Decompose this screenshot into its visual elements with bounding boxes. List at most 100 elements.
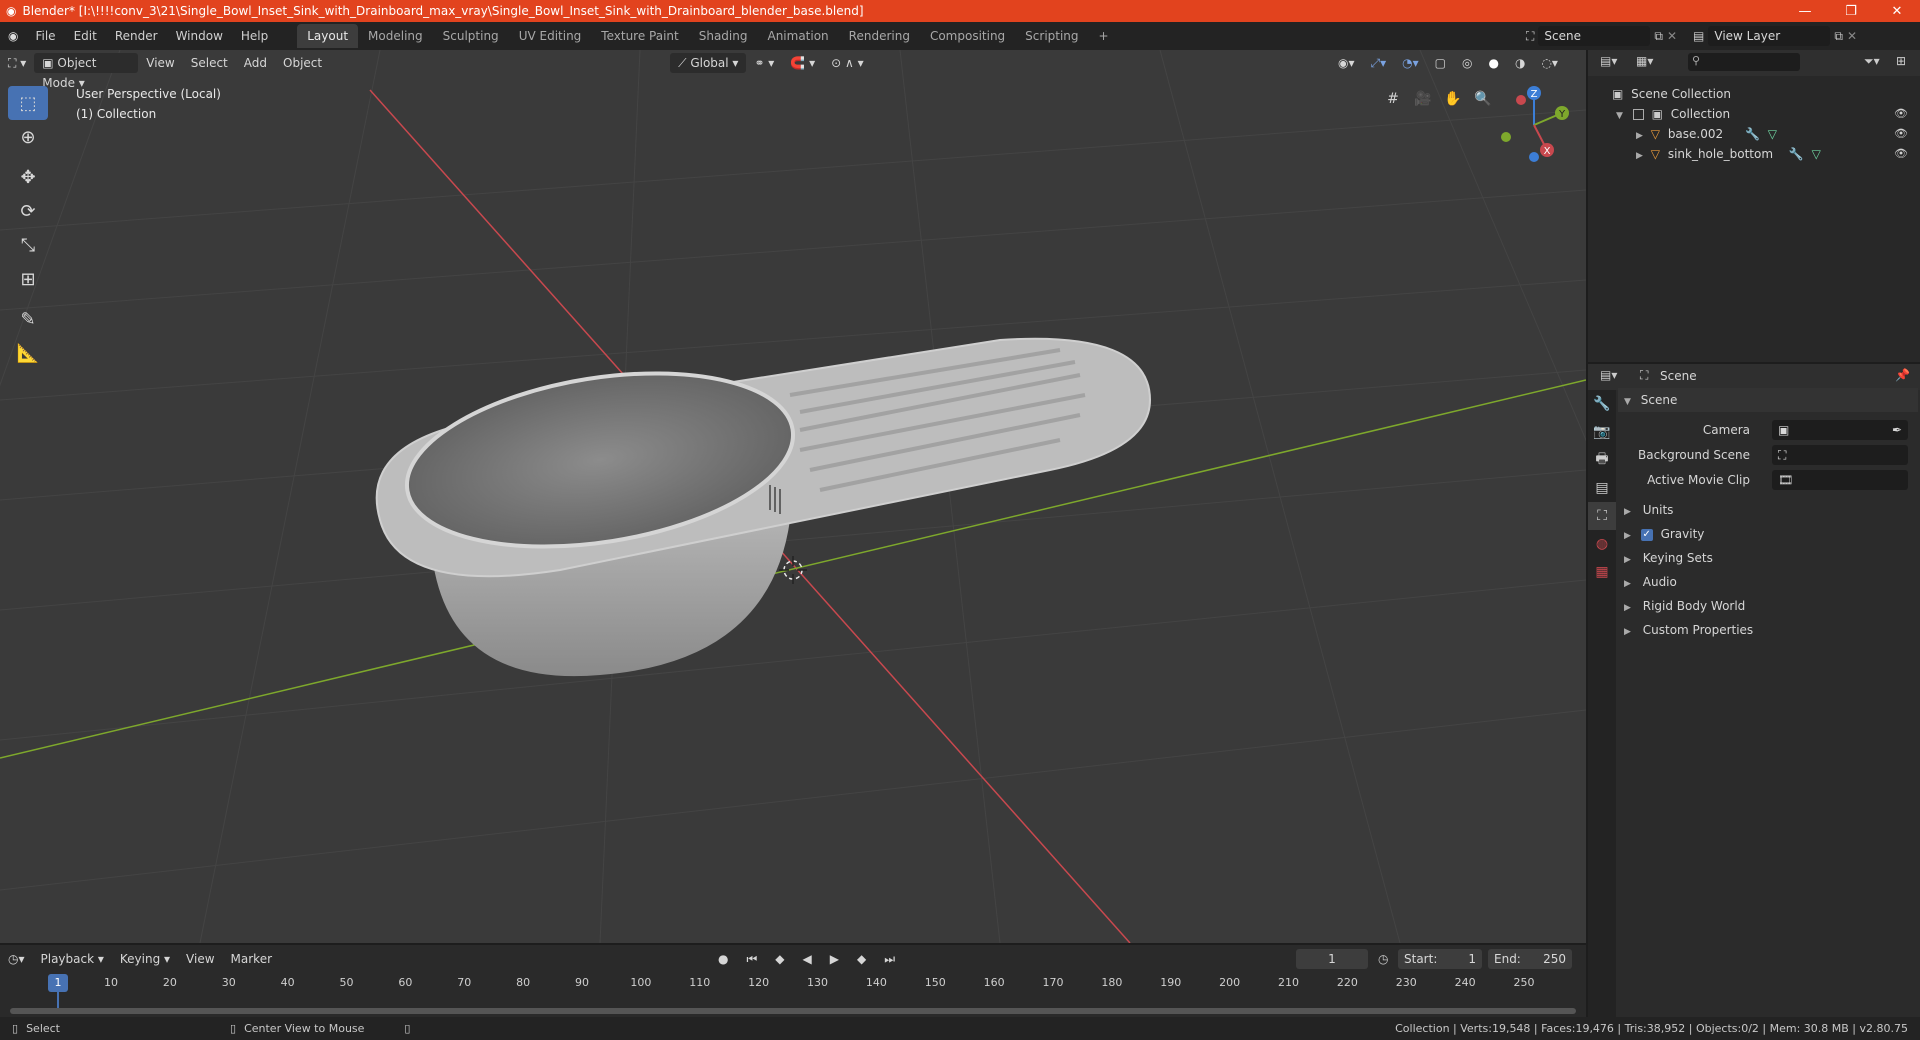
- menu-keying[interactable]: Keying ▾: [112, 949, 178, 969]
- menu-add[interactable]: Add: [236, 53, 275, 73]
- play-icon[interactable]: ▶: [822, 949, 847, 969]
- scale-tool-icon[interactable]: ⤡: [8, 228, 48, 262]
- tab-shading[interactable]: Shading: [689, 24, 758, 48]
- view-layer-selector[interactable]: View Layer: [1708, 26, 1831, 46]
- overlay-icon[interactable]: ◔▾: [1394, 53, 1427, 73]
- blender-menu-icon[interactable]: ◉: [0, 29, 26, 43]
- gravity-panel[interactable]: ▶ ✓ Gravity: [1618, 522, 1918, 546]
- start-frame-field[interactable]: Start: 1: [1398, 949, 1482, 969]
- gizmo-toggle-icon[interactable]: ⤢▾: [1363, 53, 1395, 73]
- camera-field[interactable]: ▣ ✒: [1772, 420, 1908, 440]
- units-panel[interactable]: ▶ Units: [1618, 498, 1918, 522]
- menu-object[interactable]: Object: [275, 53, 330, 73]
- snap-icon[interactable]: 🧲 ▾: [782, 53, 823, 73]
- timeline-editor-icon[interactable]: ◷▾: [0, 949, 33, 969]
- orientation-dropdown[interactable]: ⟋ Global ▾: [670, 53, 747, 73]
- texture-props-icon[interactable]: ▦: [1588, 558, 1616, 586]
- menu-window[interactable]: Window: [167, 25, 232, 47]
- add-workspace-button[interactable]: +: [1089, 24, 1119, 48]
- measure-tool-icon[interactable]: 📐: [8, 336, 48, 370]
- maximize-button[interactable]: ❐: [1828, 0, 1874, 22]
- menu-help[interactable]: Help: [232, 25, 277, 47]
- new-view-layer-icon[interactable]: ⧉: [1834, 29, 1843, 44]
- remove-scene-icon[interactable]: ✕: [1667, 29, 1677, 43]
- collection-visibility-icon[interactable]: 👁: [1894, 104, 1908, 124]
- transform-tool-icon[interactable]: ⊞: [8, 262, 48, 296]
- visibility-icon[interactable]: ◉▾: [1330, 53, 1363, 73]
- world-props-icon[interactable]: ◍: [1588, 530, 1616, 558]
- mode-dropdown[interactable]: ▣ Object Mode ▾: [34, 53, 139, 90]
- menu-select[interactable]: Select: [183, 53, 236, 73]
- background-scene-field[interactable]: ⛶: [1772, 445, 1908, 465]
- prev-keyframe-icon[interactable]: ◆: [767, 949, 792, 969]
- gravity-checkbox[interactable]: ✓: [1640, 528, 1653, 541]
- editor-type-icon[interactable]: ⛶ ▾: [0, 53, 34, 73]
- menu-edit[interactable]: Edit: [65, 25, 106, 47]
- navigation-gizmo[interactable]: Z Y X: [1501, 86, 1569, 162]
- active-clip-field[interactable]: 🎞: [1772, 470, 1908, 490]
- select-box-tool-icon[interactable]: ⬚: [8, 86, 48, 120]
- cursor-tool-icon[interactable]: ⊕: [8, 120, 48, 154]
- properties-editor-icon[interactable]: ▤▾: [1600, 368, 1617, 382]
- close-button[interactable]: ✕: [1874, 0, 1920, 22]
- expand-arrow-icon[interactable]: ▶: [1636, 131, 1643, 141]
- pin-icon[interactable]: 📌: [1895, 368, 1910, 382]
- tab-modeling[interactable]: Modeling: [358, 24, 433, 48]
- tab-layout[interactable]: Layout: [297, 24, 359, 48]
- outliner-object-sink-hole[interactable]: ▶ ▽ sink_hole_bottom 🔧 ▽ 👁: [1588, 144, 1920, 164]
- outliner-scene-collection[interactable]: ▣ Scene Collection: [1588, 84, 1920, 104]
- tab-animation[interactable]: Animation: [757, 24, 838, 48]
- rotate-tool-icon[interactable]: ⟳: [8, 194, 48, 228]
- play-reverse-icon[interactable]: ◀: [795, 949, 820, 969]
- menu-playback[interactable]: Playback ▾: [33, 949, 112, 969]
- viewport-scene[interactable]: Z Y X: [0, 50, 1586, 943]
- shading-material-icon[interactable]: ◑: [1507, 53, 1533, 73]
- pivot-icon[interactable]: ⚭ ▾: [746, 53, 782, 73]
- outliner-editor-icon[interactable]: ▤▾: [1600, 54, 1617, 68]
- tab-rendering[interactable]: Rendering: [839, 24, 920, 48]
- tab-sculpting[interactable]: Sculpting: [433, 24, 509, 48]
- scene-props-tab-icon[interactable]: ⛶: [1588, 502, 1616, 530]
- outliner[interactable]: ▣ Scene Collection ▼ ▣ Collection 👁 ▶ ▽ …: [1588, 50, 1920, 362]
- display-mode-icon[interactable]: ▦▾: [1636, 54, 1653, 68]
- grid-view-icon[interactable]: #: [1380, 86, 1406, 112]
- menu-file[interactable]: File: [26, 25, 64, 47]
- render-props-icon[interactable]: 📷: [1588, 418, 1616, 446]
- outliner-object-base[interactable]: ▶ ▽ base.002 🔧 ▽ 👁: [1588, 124, 1920, 144]
- expand-arrow-icon[interactable]: ▶: [1636, 151, 1643, 161]
- scene-selector[interactable]: Scene: [1538, 26, 1651, 46]
- timeline-scrollbar[interactable]: [10, 1008, 1576, 1014]
- tab-compositing[interactable]: Compositing: [920, 24, 1015, 48]
- menu-render[interactable]: Render: [106, 25, 167, 47]
- tab-texture-paint[interactable]: Texture Paint: [591, 24, 688, 48]
- camera-view-icon[interactable]: 🎥: [1410, 86, 1436, 112]
- tab-uv-editing[interactable]: UV Editing: [509, 24, 592, 48]
- object-visibility-icon[interactable]: 👁: [1894, 144, 1908, 164]
- view-layer-props-icon[interactable]: ▤: [1588, 474, 1616, 502]
- tool-props-icon[interactable]: 🔧: [1588, 390, 1616, 418]
- 3d-viewport[interactable]: Z Y X: [0, 50, 1586, 943]
- filter-icon[interactable]: ⏷▾: [1864, 54, 1880, 69]
- view-layer-icon[interactable]: ▤: [1693, 29, 1704, 43]
- expand-arrow-icon[interactable]: ▼: [1616, 111, 1623, 121]
- scene-icon[interactable]: ⛶: [1526, 29, 1534, 44]
- move-tool-icon[interactable]: ✥: [8, 160, 48, 194]
- keying-sets-panel[interactable]: ▶ Keying Sets: [1618, 546, 1918, 570]
- remove-view-layer-icon[interactable]: ✕: [1847, 29, 1857, 43]
- object-visibility-icon[interactable]: 👁: [1894, 124, 1908, 144]
- shading-wireframe-icon[interactable]: ◎: [1454, 53, 1480, 73]
- minimize-button[interactable]: —: [1782, 0, 1828, 22]
- output-props-icon[interactable]: 🖶: [1588, 446, 1616, 474]
- end-frame-field[interactable]: End: 250: [1488, 949, 1572, 969]
- sink-model[interactable]: [375, 337, 1152, 677]
- rigid-body-panel[interactable]: ▶ Rigid Body World: [1618, 594, 1918, 618]
- scene-panel-header[interactable]: ▼ Scene: [1618, 388, 1918, 412]
- new-collection-icon[interactable]: ⊞: [1896, 54, 1906, 68]
- annotate-tool-icon[interactable]: ✎: [8, 302, 48, 336]
- next-keyframe-icon[interactable]: ◆: [849, 949, 874, 969]
- tab-scripting[interactable]: Scripting: [1015, 24, 1088, 48]
- proportional-edit-icon[interactable]: ⊙ ∧ ▾: [823, 53, 872, 73]
- pan-hand-icon[interactable]: ✋: [1440, 86, 1466, 112]
- zoom-icon[interactable]: 🔍: [1470, 86, 1496, 112]
- collection-checkbox[interactable]: [1632, 109, 1644, 120]
